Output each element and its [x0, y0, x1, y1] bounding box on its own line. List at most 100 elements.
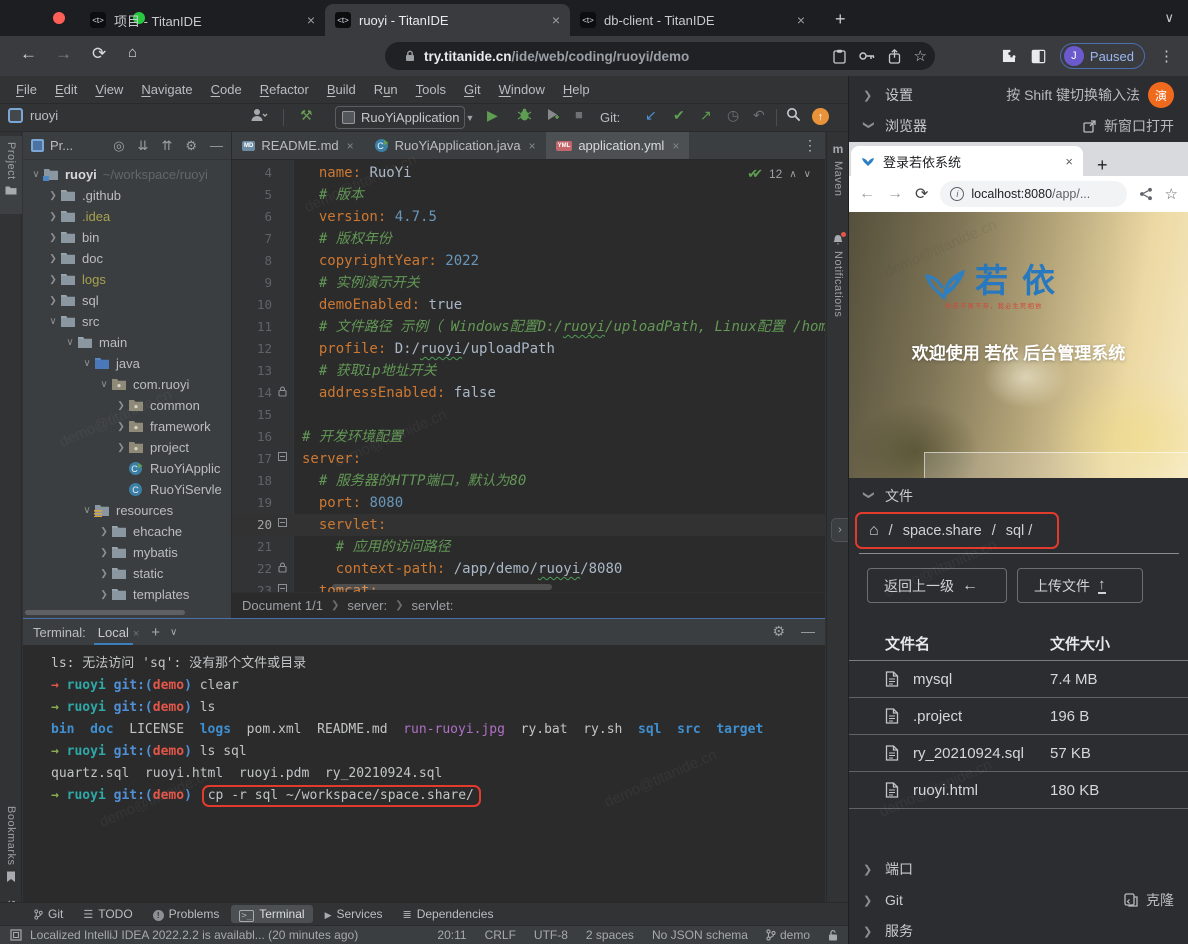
update-available-icon[interactable]: ↑: [812, 108, 829, 125]
toolwindow-button-git[interactable]: Git: [26, 905, 71, 923]
toolwindow-button-dependencies[interactable]: ≣Dependencies: [395, 905, 502, 923]
tree-collapsed-chevron-icon[interactable]: ❯: [97, 547, 111, 558]
status-message[interactable]: Localized IntelliJ IDEA 2022.2.2 is avai…: [30, 928, 358, 942]
demo-avatar-badge[interactable]: 演: [1148, 82, 1174, 108]
editor-breadcrumb-item[interactable]: server:: [347, 598, 387, 613]
new-tab-button[interactable]: +: [835, 10, 846, 28]
share-icon[interactable]: [888, 49, 901, 64]
terminal-toolwindow[interactable]: Terminal: Local× + ∨ ⚙ — ls: 无法访问 'sq': …: [23, 618, 825, 902]
gutter-fold-icon[interactable]: [278, 584, 289, 592]
inspections-widget[interactable]: ✔✔ 12 ∧ ∨: [747, 166, 811, 182]
tree-collapsed-chevron-icon[interactable]: ❯: [46, 253, 60, 264]
terminal-settings-gear-icon[interactable]: ⚙: [772, 623, 785, 640]
embedded-browser-tab[interactable]: 登录若依系统 ×: [851, 146, 1083, 176]
git-push-icon[interactable]: ↗: [700, 107, 712, 124]
embedded-bookmark-star-icon[interactable]: ☆: [1165, 185, 1178, 203]
browser-tab[interactable]: <t> 项目 - TitanIDE ×: [80, 4, 325, 36]
status-window-icon[interactable]: [10, 929, 22, 941]
code-line-8[interactable]: 8 copyrightYear: 2022: [232, 250, 825, 272]
info-icon[interactable]: i: [950, 187, 964, 201]
code-editor[interactable]: 4 name: RuoYi 5 # 版本 6 version: 4.7.5 7 …: [232, 160, 825, 592]
code-line-17[interactable]: 17 server:: [232, 448, 825, 470]
hide-panel-icon[interactable]: —: [210, 138, 223, 154]
gutter-fold-icon[interactable]: [278, 518, 289, 531]
tree-collapsed-chevron-icon[interactable]: ❯: [97, 589, 111, 600]
embedded-new-tab-icon[interactable]: +: [1097, 155, 1108, 176]
section-Git[interactable]: ❯ Git 克隆: [849, 886, 1188, 914]
tree-expanded-chevron-icon[interactable]: ∨: [29, 169, 43, 180]
editor-tab-close-icon[interactable]: ×: [347, 139, 354, 153]
tree-item-com.ruoyi[interactable]: ∨ com.ruoyi: [23, 374, 231, 395]
reload-icon[interactable]: ⟳: [92, 44, 106, 64]
tree-collapsed-chevron-icon[interactable]: ❯: [114, 442, 128, 453]
upload-file-button[interactable]: 上传文件 ↑: [1017, 568, 1143, 603]
code-line-4[interactable]: 4 name: RuoYi: [232, 162, 825, 184]
json-schema-widget[interactable]: No JSON schema: [652, 928, 748, 942]
tab-search-chevron-icon[interactable]: ∨: [1164, 10, 1174, 26]
tree-collapsed-chevron-icon[interactable]: ❯: [114, 421, 128, 432]
settings-section-header[interactable]: ❯ 设置 按 Shift 键切换输入法 演: [849, 80, 1188, 110]
embedded-share-icon[interactable]: [1139, 187, 1153, 201]
tree-item-ruoyi[interactable]: ∨ ruoyi ~/workspace/ruoyi: [23, 164, 231, 185]
expand-right-panel-chevron[interactable]: ›: [831, 518, 848, 542]
back-icon[interactable]: ←: [20, 44, 37, 64]
search-everywhere-icon[interactable]: [786, 107, 801, 122]
code-line-18[interactable]: 18 # 服务器的HTTP端口，默认为80: [232, 470, 825, 492]
tree-item-.idea[interactable]: ❯ .idea: [23, 206, 231, 227]
menu-help[interactable]: Help: [555, 79, 598, 100]
browser-tab[interactable]: <t> db-client - TitanIDE ×: [570, 4, 815, 36]
tree-item-doc[interactable]: ❯ doc: [23, 248, 231, 269]
tree-collapsed-chevron-icon[interactable]: ❯: [97, 526, 111, 537]
breadcrumb-sql[interactable]: sql /: [1006, 523, 1033, 539]
collapse-all-icon[interactable]: ⇈: [161, 138, 172, 154]
tab-close-icon[interactable]: ×: [797, 12, 805, 28]
terminal-minimize-icon[interactable]: —: [801, 623, 815, 640]
home-icon[interactable]: ⌂: [869, 522, 879, 540]
code-line-12[interactable]: 12 profile: D:/ruoyi/uploadPath: [232, 338, 825, 360]
debug-bug-icon[interactable]: [517, 107, 532, 122]
editor-tabs-menu-kebab-icon[interactable]: ⋮: [803, 137, 817, 154]
gutter-lock-icon[interactable]: [278, 562, 289, 575]
code-line-11[interactable]: 11 # 文件路径 示例（ Windows配置D:/ruoyi/uploadPa…: [232, 316, 825, 338]
embedded-back-icon[interactable]: ←: [859, 185, 875, 203]
extensions-puzzle-icon[interactable]: [1002, 49, 1017, 64]
profile-paused-pill[interactable]: J Paused: [1060, 43, 1145, 69]
user-icon[interactable]: [250, 107, 268, 123]
code-line-7[interactable]: 7 # 版权年份: [232, 228, 825, 250]
password-key-icon[interactable]: [859, 51, 875, 61]
stripe-tab-notifications[interactable]: Notifications: [827, 228, 849, 338]
stripe-tab-bookmarks[interactable]: Bookmarks: [0, 800, 22, 884]
editor-breadcrumb-item[interactable]: servlet:: [411, 598, 453, 613]
stop-icon[interactable]: ■: [575, 107, 583, 122]
build-hammer-icon[interactable]: ⚒: [300, 107, 313, 124]
code-line-21[interactable]: 21 # 应用的访问路径: [232, 536, 825, 558]
editor-hscrollbar[interactable]: [332, 584, 552, 590]
editor-tab-close-icon[interactable]: ×: [529, 139, 536, 153]
terminal-sessions-chevron-icon[interactable]: ∨: [170, 627, 177, 638]
tree-collapsed-chevron-icon[interactable]: ❯: [97, 568, 111, 579]
menu-code[interactable]: Code: [203, 79, 250, 100]
clipboard-icon[interactable]: [833, 49, 846, 64]
caret-position-widget[interactable]: 20:11: [437, 928, 466, 942]
indent-widget[interactable]: 2 spaces: [586, 928, 634, 942]
new-terminal-session-icon[interactable]: +: [151, 624, 160, 641]
tree-item-logs[interactable]: ❯ logs: [23, 269, 231, 290]
menu-view[interactable]: View: [87, 79, 131, 100]
project-panel-title-group[interactable]: Pr...: [31, 138, 73, 153]
forward-icon[interactable]: →: [55, 44, 72, 64]
stripe-tab-maven[interactable]: m Maven: [827, 136, 849, 216]
run-configuration-select[interactable]: RuoYiApplication ▼: [335, 106, 465, 129]
encoding-widget[interactable]: UTF-8: [534, 928, 568, 942]
code-line-20[interactable]: 20 servlet:: [232, 514, 825, 536]
tree-item-src[interactable]: ∨ src: [23, 311, 231, 332]
code-line-14[interactable]: 14 addressEnabled: false: [232, 382, 825, 404]
menu-run[interactable]: Run: [366, 79, 406, 100]
breadcrumb-space-share[interactable]: space.share: [903, 523, 982, 539]
tree-collapsed-chevron-icon[interactable]: ❯: [46, 274, 60, 285]
file-row-.project[interactable]: .project 196 B: [849, 697, 1188, 734]
editor-tab-application.yml[interactable]: YMLapplication.yml ×: [546, 132, 690, 159]
tree-collapsed-chevron-icon[interactable]: ❯: [114, 400, 128, 411]
editor-tab-README.md[interactable]: MDREADME.md ×: [232, 132, 364, 159]
stripe-tab-project[interactable]: Project: [0, 136, 22, 214]
code-line-10[interactable]: 10 demoEnabled: true: [232, 294, 825, 316]
